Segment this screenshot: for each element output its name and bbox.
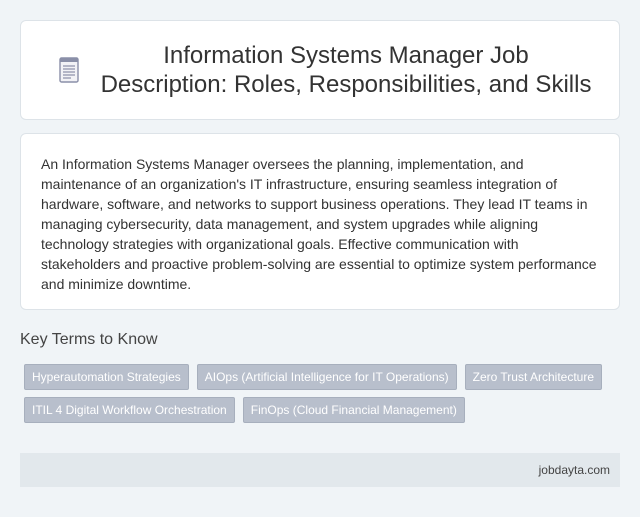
tag-zero-trust[interactable]: Zero Trust Architecture bbox=[464, 364, 603, 390]
tag-itil4[interactable]: ITIL 4 Digital Workflow Orchestration bbox=[24, 397, 235, 423]
key-terms-heading: Key Terms to Know bbox=[20, 331, 158, 348]
tag-aiops[interactable]: AIOps (Artificial Intelligence for IT Op… bbox=[196, 364, 457, 390]
site-name[interactable]: jobdayta.com bbox=[539, 463, 610, 477]
key-terms-tags: Hyperautomation Strategies AIOps (Artifi… bbox=[24, 364, 620, 423]
job-description-text: An Information Systems Manager oversees … bbox=[41, 156, 597, 292]
footer: jobdayta.com bbox=[20, 453, 620, 487]
tag-hyperautomation[interactable]: Hyperautomation Strategies bbox=[24, 364, 189, 390]
description-card: An Information Systems Manager oversees … bbox=[20, 133, 620, 310]
header-card: Information Systems Manager Job Descript… bbox=[20, 20, 620, 120]
document-icon bbox=[45, 46, 93, 94]
page-title: Information Systems Manager Job Descript… bbox=[100, 42, 592, 98]
tag-finops[interactable]: FinOps (Cloud Financial Management) bbox=[242, 397, 465, 423]
